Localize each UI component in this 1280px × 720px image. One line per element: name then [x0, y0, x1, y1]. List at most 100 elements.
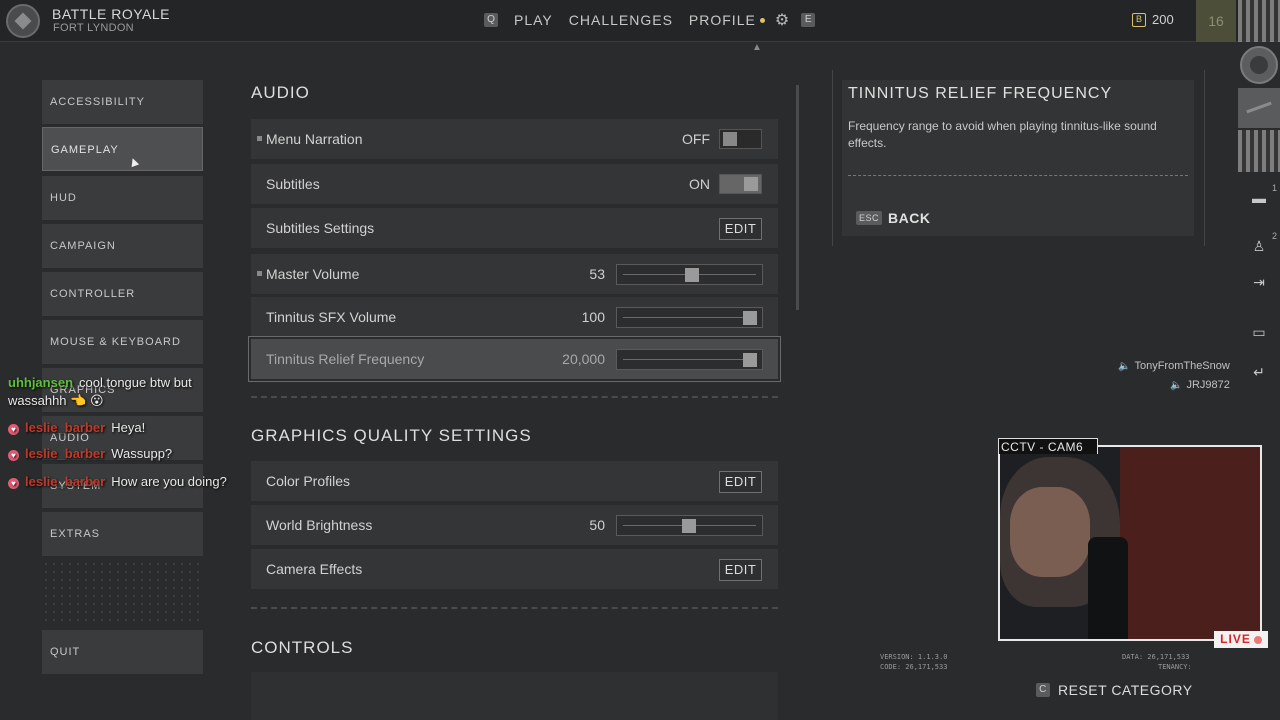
chat-text: Wassupp? — [111, 446, 173, 461]
nav-profile[interactable]: PROFILE — [689, 12, 756, 28]
toggle-knob — [723, 132, 737, 146]
modified-marker-icon — [257, 271, 262, 276]
currency-display[interactable]: B 200 — [1132, 12, 1174, 27]
tinnitus-relief-frequency-slider[interactable] — [616, 349, 763, 370]
reset-category-button[interactable]: C RESET CATEGORY — [1036, 682, 1193, 698]
setting-row-tinnitus-sfx-volume[interactable]: Tinnitus SFX Volume 100 — [251, 297, 778, 337]
info-panel-description: Frequency range to avoid when playing ti… — [848, 119, 1157, 150]
category-campaign[interactable]: CAMPAIGN — [42, 224, 203, 268]
setting-row-menu-narration[interactable]: Menu Narration OFF — [251, 119, 778, 159]
chat-username: uhhjansen — [8, 375, 74, 390]
section-title-audio: AUDIO — [251, 83, 310, 102]
setting-row-master-volume[interactable]: Master Volume 53 — [251, 254, 778, 294]
slider-handle[interactable] — [681, 519, 696, 533]
setting-label: Tinnitus SFX Volume — [266, 309, 397, 325]
calling-card-icon[interactable] — [1238, 88, 1280, 128]
webcam-label: CCTV - CAM6 — [998, 438, 1098, 454]
setting-label: World Brightness — [266, 517, 373, 533]
slider-track — [623, 359, 756, 360]
settings-gear-icon[interactable]: ⚙ — [775, 10, 789, 30]
master-volume-slider[interactable] — [616, 264, 763, 285]
webcam-feed — [998, 445, 1262, 641]
chat-message: ♥ leslie_barber Heya! — [8, 420, 145, 435]
setting-value: 20,000 — [562, 351, 605, 367]
slider-handle[interactable] — [685, 268, 700, 282]
quit-button[interactable]: QUIT — [42, 630, 203, 674]
party-member-name: JRJ9872 — [1186, 379, 1230, 391]
party-member[interactable]: 🔈 JRJ9872 — [1170, 379, 1230, 391]
setting-label: Color Profiles — [266, 473, 351, 489]
setting-label: Tinnitus Relief Frequency — [266, 351, 425, 367]
setting-value: 53 — [589, 266, 605, 282]
category-hud[interactable]: HUD — [42, 176, 203, 220]
tinnitus-sfx-volume-slider[interactable] — [616, 307, 763, 328]
webcam-background — [1120, 447, 1260, 639]
currency-icon: B — [1132, 12, 1146, 27]
party-member[interactable]: 🔈 TonyFromTheSnow — [1118, 360, 1230, 372]
world-brightness-slider[interactable] — [616, 515, 763, 536]
player-emblem-icon[interactable] — [1240, 46, 1278, 84]
party-icon[interactable]: ▬ 1 — [1247, 183, 1277, 208]
tenancy-line: TENANCY: — [1158, 663, 1192, 671]
setting-value: 50 — [589, 517, 605, 533]
speaker-icon: 🔈 — [1118, 360, 1131, 372]
color-profiles-edit-button[interactable]: EDIT — [719, 471, 762, 493]
chat-text: Heya! — [111, 420, 146, 435]
leave-party-icon[interactable]: ↵ — [1247, 362, 1271, 382]
heart-badge-icon: ♥ — [8, 450, 19, 461]
setting-row-tinnitus-relief-frequency[interactable]: Tinnitus Relief Frequency 20,000 — [248, 336, 781, 382]
setting-value: OFF — [682, 131, 710, 147]
reset-key: C — [1036, 683, 1050, 697]
subtitles-settings-edit-button[interactable]: EDIT — [719, 218, 762, 240]
chat-icon[interactable]: ▭ — [1247, 322, 1271, 342]
heart-badge-icon: ♥ — [8, 424, 19, 435]
live-badge: LIVE — [1214, 631, 1268, 648]
section-divider — [251, 607, 778, 609]
settings-scrollbar[interactable] — [796, 85, 799, 310]
category-gameplay[interactable]: GAMEPLAY — [42, 127, 203, 171]
category-mouse-keyboard[interactable]: MOUSE & KEYBOARD — [42, 320, 203, 364]
category-accessibility[interactable]: ACCESSIBILITY — [42, 80, 203, 124]
nav-play[interactable]: PLAY — [514, 12, 553, 28]
friends-icon[interactable]: ♙ 2 — [1247, 231, 1277, 256]
player-level-badge[interactable]: 16 — [1196, 0, 1236, 42]
setting-row-color-profiles[interactable]: Color Profiles EDIT — [251, 461, 778, 501]
main-nav: Q PLAY CHALLENGES PROFILE ⚙ E — [484, 0, 816, 40]
slider-handle[interactable] — [743, 353, 757, 367]
slider-track — [623, 317, 756, 318]
menu-divider-pattern — [42, 560, 203, 624]
category-controller[interactable]: CONTROLLER — [42, 272, 203, 316]
setting-label: Master Volume — [266, 266, 360, 282]
active-tab-caret-icon: ▲ — [752, 42, 762, 53]
party-member-name: TonyFromTheSnow — [1134, 360, 1230, 372]
camera-effects-edit-button[interactable]: EDIT — [719, 559, 762, 581]
setting-row-world-brightness[interactable]: World Brightness 50 — [251, 505, 778, 545]
setting-row-partial — [251, 672, 778, 720]
streamer-face — [1010, 487, 1090, 577]
game-mode-title[interactable]: BATTLE ROYALE — [52, 6, 170, 22]
reset-label: RESET CATEGORY — [1058, 682, 1193, 698]
setting-label: Menu Narration — [266, 131, 363, 147]
setting-row-subtitles-settings[interactable]: Subtitles Settings EDIT — [251, 208, 778, 248]
menu-narration-toggle[interactable] — [719, 129, 762, 149]
chat-message: ♥ leslie_barber How are you doing? — [8, 474, 227, 489]
setting-row-camera-effects[interactable]: Camera Effects EDIT — [251, 549, 778, 589]
section-title-graphics: GRAPHICS QUALITY SETTINGS — [251, 426, 532, 445]
data-line: DATA: 26,171,533 — [1122, 653, 1190, 661]
modified-marker-icon — [257, 136, 262, 141]
slider-handle[interactable] — [743, 311, 757, 325]
category-extras[interactable]: EXTRAS — [42, 512, 203, 556]
back-key: ESC — [856, 211, 883, 225]
subtitles-toggle[interactable] — [719, 174, 762, 194]
setting-label: Subtitles — [266, 176, 320, 192]
game-mode-map: FORT LYNDON — [53, 22, 134, 34]
version-info: VERSION: 1.1.3.0 CODE: 26,171,533 — [880, 652, 947, 672]
invite-icon[interactable]: ⇥ — [1247, 272, 1271, 292]
back-button[interactable]: ESC BACK — [856, 210, 930, 226]
speaker-icon: 🔈 — [1170, 379, 1183, 391]
setting-row-subtitles[interactable]: Subtitles ON — [251, 164, 778, 204]
game-mode-icon[interactable] — [6, 4, 40, 38]
chat-username: leslie_barber — [25, 474, 106, 489]
nav-challenges[interactable]: CHALLENGES — [569, 12, 673, 28]
qr-code-icon-2 — [1238, 130, 1280, 172]
